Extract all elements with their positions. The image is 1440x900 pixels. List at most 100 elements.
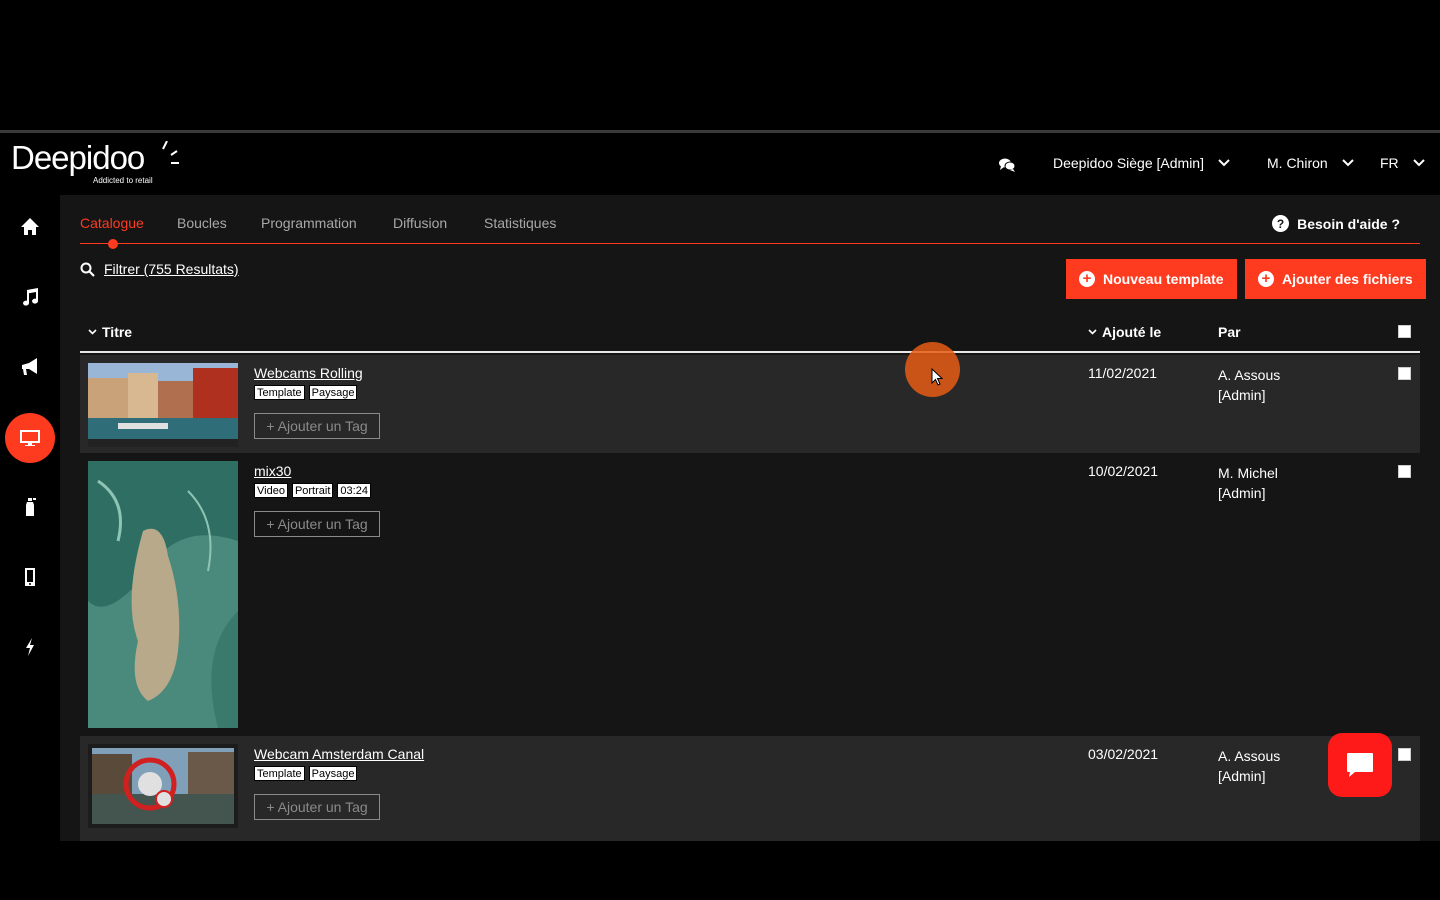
home-icon [21,218,39,235]
added-date: 10/02/2021 [1088,463,1159,479]
row-checkbox[interactable] [1398,465,1411,478]
sidebar-item-campaigns[interactable] [0,343,60,391]
add-files-label: Ajouter des fichiers [1282,271,1413,287]
lightning-icon [26,638,34,656]
select-all-checkbox[interactable] [1398,325,1411,338]
sidebar-item-music[interactable] [0,273,60,321]
row-checkbox[interactable] [1398,748,1411,761]
tag-badge: Portrait [291,483,334,498]
column-date-label: Ajouté le [1102,324,1162,340]
abstract-video-image [88,461,238,728]
sort-by-date[interactable]: Ajouté le [1088,324,1161,340]
amsterdam-canal-image [88,744,238,828]
sort-by-title[interactable]: Titre [88,324,132,340]
mouse-pointer-icon [931,368,943,386]
table-row[interactable]: mix30 Video Portrait 03:24 + Ajouter un … [80,453,1420,736]
chevron-down-icon [1412,159,1425,167]
tag-badge: Template [254,385,305,400]
chevron-down-icon [1341,159,1354,167]
column-title-label: Titre [102,324,133,340]
added-by-name: A. Assous [1218,748,1281,764]
help-label: Besoin d'aide ? [1297,215,1400,232]
logo-text: Deepidoo [11,139,145,176]
added-by-name: M. Michel [1218,465,1278,481]
added-by-role: [Admin] [1218,387,1266,403]
screen-icon [20,430,40,446]
music-icon [23,288,39,306]
sidebar-item-scent[interactable] [0,483,60,531]
tab-catalogue[interactable]: Catalogue [80,215,144,231]
add-tag-button[interactable]: + Ajouter un Tag [254,413,380,439]
chevron-down-icon [1218,159,1230,167]
added-by: A. Assous [Admin] [1218,746,1280,786]
add-files-button[interactable]: + Ajouter des fichiers [1245,259,1426,299]
tag-list: Template Paysage [254,766,358,781]
venice-canal-image [88,363,238,447]
tag-badge: Video [254,483,288,498]
row-title-link[interactable]: mix30 [254,463,291,479]
user-selector[interactable]: M. Chiron [1267,155,1354,171]
help-link[interactable]: ? Besoin d'aide ? [1272,215,1400,232]
tab-statistiques[interactable]: Statistiques [484,215,556,231]
megaphone-icon [22,358,37,375]
new-template-label: Nouveau template [1103,271,1224,287]
add-tag-button[interactable]: + Ajouter un Tag [254,794,380,820]
top-bar: Deepidoo Addicted to retail Deepidoo Siè… [0,133,1440,195]
live-chat-button[interactable] [1328,733,1392,797]
row-title-link[interactable]: Webcams Rolling [254,365,363,381]
row-checkbox[interactable] [1398,367,1411,380]
tab-diffusion[interactable]: Diffusion [393,215,447,231]
thumbnail-image[interactable] [88,363,238,447]
add-tag-button[interactable]: + Ajouter un Tag [254,511,380,537]
tab-boucles[interactable]: Boucles [177,215,227,231]
table-row[interactable]: Webcams Rolling Template Paysage + Ajout… [80,355,1420,453]
chevron-down-icon [1088,329,1097,335]
app-window: Deepidoo Addicted to retail Deepidoo Siè… [0,130,1440,841]
added-by-role: [Admin] [1218,768,1266,784]
sidebar [0,195,60,841]
tag-badge: Template [254,766,305,781]
chat-bubble-icon [1347,753,1373,777]
search-icon [80,262,95,277]
added-by: A. Assous [Admin] [1218,365,1280,405]
added-by-name: A. Assous [1218,367,1281,383]
language-selector-label: FR [1380,155,1399,171]
plus-circle-icon: + [1258,271,1274,287]
sidebar-item-home[interactable] [0,203,60,251]
thumbnail-image[interactable] [88,744,238,828]
thumbnail-image[interactable] [88,461,238,728]
chevron-down-icon [88,329,97,335]
org-selector-label: Deepidoo Siège [Admin] [1053,155,1204,171]
table-header: Titre Ajouté le Par [80,315,1420,353]
duration-badge: 03:24 [337,483,371,498]
column-by-label: Par [1218,324,1241,340]
sidebar-item-screens[interactable] [5,413,55,463]
question-circle-icon: ? [1272,215,1290,232]
spray-bottle-icon [26,498,36,516]
language-selector[interactable]: FR [1380,155,1425,171]
tag-badge: Paysage [308,766,358,781]
mobile-icon [25,568,35,586]
added-by-role: [Admin] [1218,485,1266,501]
active-tab-indicator [108,239,118,249]
filter-label: Filtrer (755 Resultats) [104,261,239,277]
logo-tagline: Addicted to retail [93,176,153,185]
org-selector[interactable]: Deepidoo Siège [Admin] [1053,155,1230,171]
row-title-link[interactable]: Webcam Amsterdam Canal [254,746,424,762]
tag-list: Video Portrait 03:24 [254,483,371,498]
table-row[interactable]: Webcam Amsterdam Canal Template Paysage … [80,736,1420,841]
chat-bubbles-icon[interactable] [998,157,1016,173]
main-content: Catalogue Boucles Programmation Diffusio… [60,195,1440,841]
column-by: Par [1218,324,1241,340]
filter-toggle[interactable]: Filtrer (755 Resultats) [80,261,239,277]
sidebar-item-mobile[interactable] [0,553,60,601]
logo[interactable]: Deepidoo Addicted to retail [11,139,179,185]
user-selector-label: M. Chiron [1267,155,1328,171]
new-template-button[interactable]: + Nouveau template [1066,259,1237,299]
added-date: 03/02/2021 [1088,746,1159,762]
tag-list: Template Paysage [254,385,358,400]
plus-circle-icon: + [1079,271,1095,287]
tab-programmation[interactable]: Programmation [261,215,357,231]
sidebar-item-energy[interactable] [0,623,60,671]
tab-bar: Catalogue Boucles Programmation Diffusio… [80,195,1420,249]
